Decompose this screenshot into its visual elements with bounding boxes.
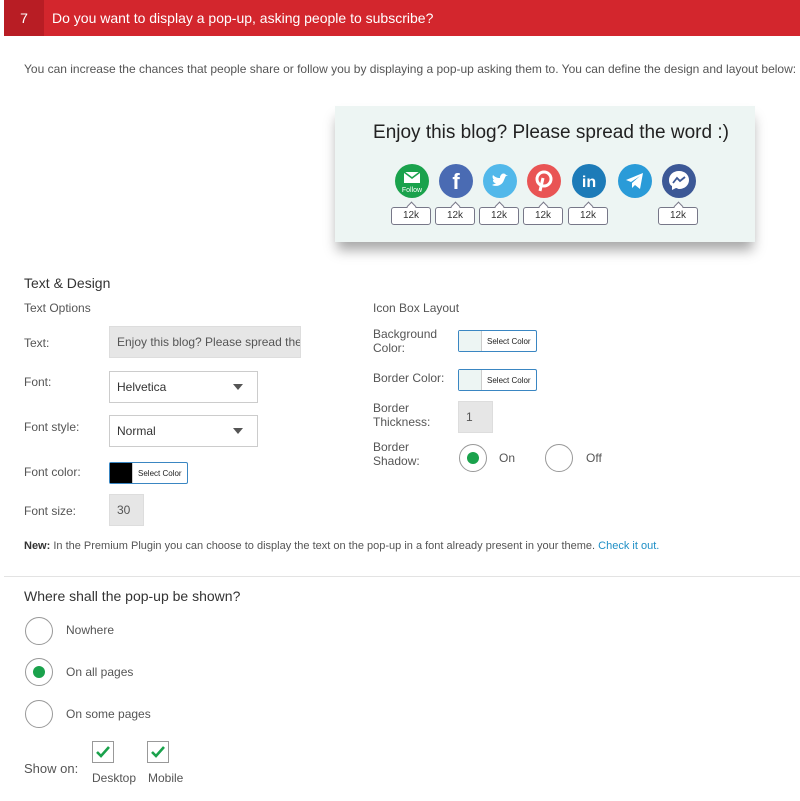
shadow-off-radio[interactable] [545,444,573,472]
border-color-label: Border Color: [373,371,445,385]
check-it-out-link[interactable]: Check it out. [598,540,659,552]
share-count: 12k [435,207,475,225]
border-thickness-label: Border Thickness: [373,401,431,429]
text-label: Text: [24,336,50,350]
border-thickness-input[interactable]: 1 [458,401,493,433]
font-color-button[interactable]: Select Color [132,463,187,483]
show-on-label: Show on: [24,761,79,776]
shadow-on-label: On [499,451,516,465]
border-color-swatch [459,370,481,390]
border-shadow-label: Border Shadow: [373,440,420,468]
background-color-picker[interactable]: Select Color [458,330,537,352]
messenger-icon [662,164,696,198]
radio-all-pages-label: On all pages [66,665,134,679]
font-style-select[interactable]: Normal [109,415,258,447]
text-input[interactable]: Enjoy this blog? Please spread the word … [109,326,301,358]
telegram-icon [618,164,652,198]
border-color-picker[interactable]: Select Color [458,369,537,391]
radio-some-pages[interactable] [25,700,53,728]
check-icon [96,746,110,758]
check-icon [151,746,165,758]
chevron-down-icon [233,428,243,434]
font-size-input[interactable]: 30 [109,494,144,526]
radio-all-pages[interactable] [25,658,53,686]
share-count: 12k [568,207,608,225]
text-design-title: Text & Design [24,275,111,291]
email-follow-icon: Follow [395,164,429,198]
radio-nowhere-label: Nowhere [66,623,115,637]
background-color-swatch [459,331,481,351]
pinterest-icon [527,164,561,198]
chevron-down-icon [233,384,243,390]
svg-text:f: f [452,169,460,194]
font-style-label: Font style: [24,420,80,434]
desktop-label: Desktop [92,771,137,785]
background-color-label: Background Color: [373,327,438,355]
share-count: 12k [658,207,698,225]
premium-note: New: In the Premium Plugin you can choos… [24,540,659,552]
share-count: 12k [391,207,431,225]
icon-box-layout-title: Icon Box Layout [373,301,460,315]
section-number: 7 [4,0,44,36]
note-prefix: New: [24,540,51,552]
font-style-value: Normal [117,424,156,438]
svg-text:in: in [582,174,596,191]
desktop-checkbox[interactable] [92,741,114,763]
background-color-button[interactable]: Select Color [481,331,536,351]
share-count: 12k [523,207,563,225]
section-title: Do you want to display a pop-up, asking … [52,10,434,26]
twitter-icon [483,164,517,198]
facebook-icon: f [439,164,473,198]
font-label: Font: [24,375,52,389]
font-color-label: Font color: [24,465,81,479]
border-color-button[interactable]: Select Color [481,370,536,390]
section-header[interactable]: 7 Do you want to display a pop-up, askin… [4,0,800,36]
font-select-value: Helvetica [117,380,167,394]
note-text: In the Premium Plugin you can choose to … [50,540,599,552]
share-count: 12k [479,207,519,225]
where-title: Where shall the pop-up be shown? [24,588,241,604]
intro-text: You can increase the chances that people… [24,62,797,76]
shadow-off-label: Off [586,451,602,465]
preview-title: Enjoy this blog? Please spread the word … [373,122,729,143]
divider [4,576,800,577]
mobile-checkbox[interactable] [147,741,169,763]
font-color-swatch [110,463,132,483]
radio-some-pages-label: On some pages [66,707,151,721]
radio-nowhere[interactable] [25,617,53,645]
linkedin-icon: in [572,164,606,198]
email-follow-text: Follow [402,187,423,194]
font-select[interactable]: Helvetica [109,371,258,403]
font-size-label: Font size: [24,504,77,518]
font-color-picker[interactable]: Select Color [109,462,188,484]
popup-preview: Enjoy this blog? Please spread the word … [335,106,755,242]
text-options-title: Text Options [24,301,91,315]
shadow-on-radio[interactable] [459,444,487,472]
mobile-label: Mobile [148,771,184,785]
